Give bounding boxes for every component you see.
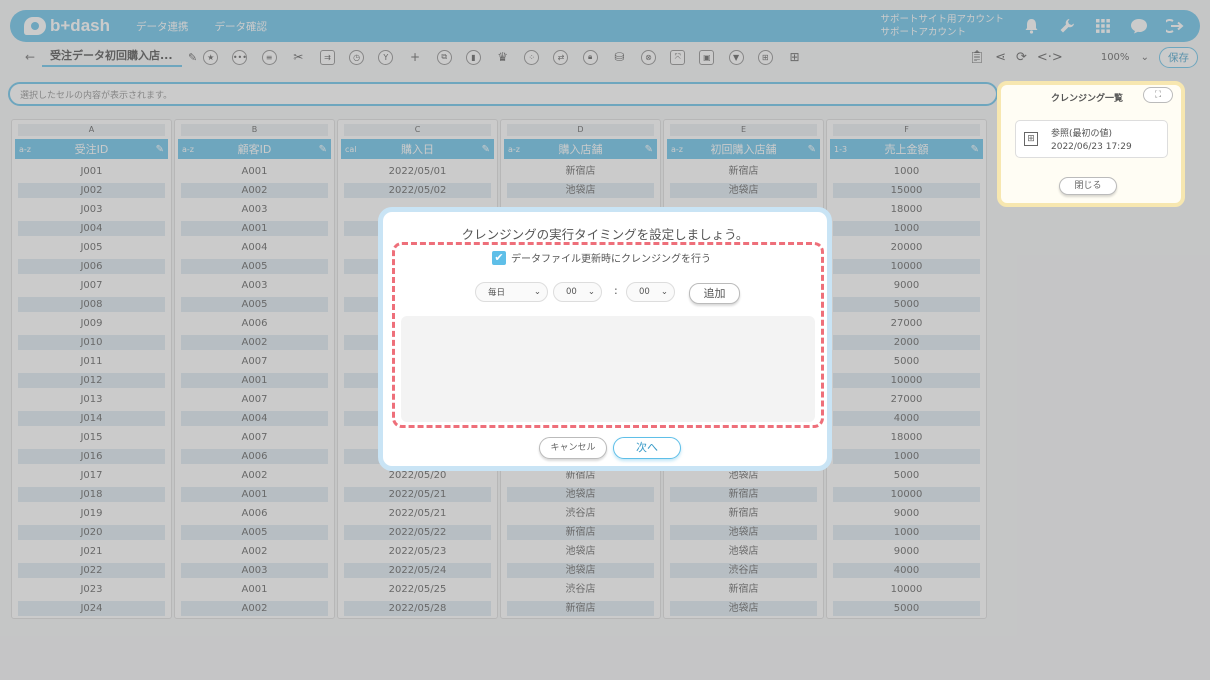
hour-select[interactable]: 00 ⌄: [553, 282, 602, 302]
cleansing-item[interactable]: ⊞ 参照(最初の値) 2022/06/23 17:29: [1015, 120, 1168, 158]
checkbox-label: データファイル更新時にクレンジングを行う: [511, 254, 711, 265]
frequency-select[interactable]: 毎日 ⌄: [475, 282, 548, 302]
chevron-down-icon: ⌄: [533, 287, 541, 297]
modal-title: クレンジングの実行タイミングを設定しましょう。: [461, 227, 749, 242]
cleansing-item-timestamp: 2022/06/23 17:29: [1051, 142, 1132, 152]
cleansing-timing-modal: クレンジングの実行タイミングを設定しましょう。 ✔ データファイル更新時にクレン…: [378, 207, 832, 471]
checkbox-checked-icon[interactable]: ✔: [492, 250, 506, 265]
minute-select[interactable]: 00 ⌄: [626, 282, 675, 302]
cancel-button[interactable]: キャンセル: [539, 437, 607, 459]
next-button[interactable]: 次へ: [613, 437, 681, 459]
time-separator: :: [614, 284, 618, 297]
add-button[interactable]: 追加: [689, 283, 740, 304]
close-button[interactable]: 閉じる: [1059, 177, 1117, 195]
minute-value: 00: [639, 287, 650, 297]
frequency-value: 毎日: [488, 288, 506, 298]
cleansing-item-title: 参照(最初の値): [1051, 129, 1113, 139]
table-icon: ⊞: [1024, 132, 1038, 146]
cleansing-list-panel: クレンジング一覧 ⛶ ⊞ 参照(最初の値) 2022/06/23 17:29 閉…: [997, 81, 1185, 207]
hour-value: 00: [566, 287, 577, 297]
highlight-frame: ✔ データファイル更新時にクレンジングを行う 毎日 ⌄ 00 ⌄ : 00 ⌄ …: [392, 242, 824, 428]
schedule-list: [401, 316, 815, 422]
chevron-down-icon: ⌄: [587, 287, 595, 297]
chevron-down-icon: ⌄: [660, 287, 668, 297]
panel-title: クレンジング一覧: [1051, 94, 1124, 104]
update-trigger-checkbox-row[interactable]: ✔ データファイル更新時にクレンジングを行う: [492, 250, 711, 265]
fullscreen-icon[interactable]: ⛶: [1143, 87, 1173, 103]
